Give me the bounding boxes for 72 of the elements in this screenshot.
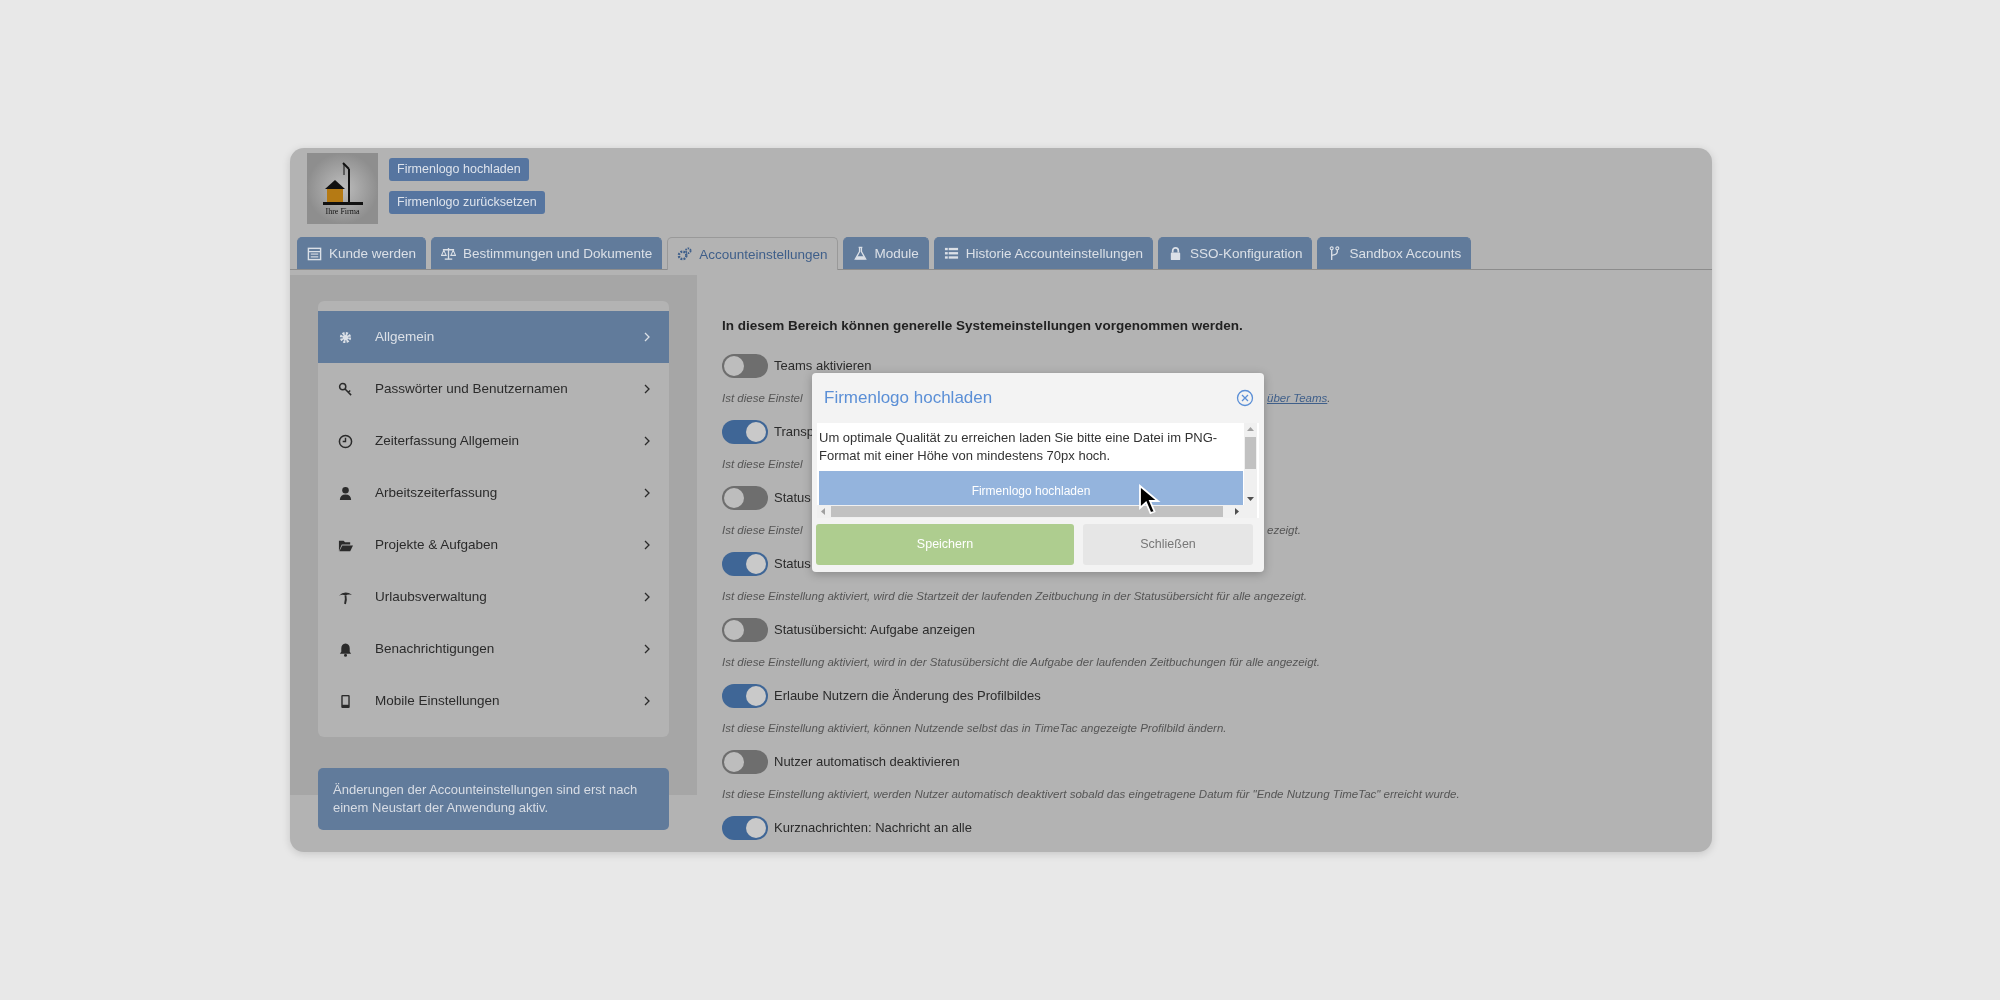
chevron-right-icon [643, 592, 651, 602]
gear-icon [338, 329, 353, 345]
chevron-right-icon [643, 384, 651, 394]
tab[interactable]: Historie Accounteinstellungen [933, 237, 1153, 269]
tab[interactable]: Accounteinstellungen [667, 237, 838, 270]
close-button[interactable]: Schließen [1083, 524, 1253, 565]
dialog-title: Firmenlogo hochladen [824, 387, 993, 410]
setting-description: Ist diese Einstellung aktiviert, wird die Startzeit der laufenden Zeitbuchung in der Statusübersicht für alle angezeigt. [722, 589, 1307, 604]
gears-icon [677, 246, 693, 262]
chevron-right-icon [643, 696, 651, 706]
chevron-right-icon [643, 332, 651, 342]
setting-description: ezeigt. [1267, 523, 1301, 538]
key-icon [338, 381, 353, 397]
bell-icon [338, 641, 353, 657]
user-icon [338, 485, 353, 501]
calendar-icon [307, 246, 322, 261]
scale-icon [441, 246, 457, 261]
logo-background [307, 153, 378, 224]
sidebar-item[interactable]: Benachrichtigungen [318, 623, 669, 675]
toggle-switch[interactable] [722, 486, 768, 510]
sidebar-item[interactable]: Mobile Einstellungen [318, 675, 669, 727]
tab[interactable]: Kunde werden [297, 237, 427, 269]
house-crane-icon [323, 162, 363, 205]
chevron-right-icon [643, 540, 651, 550]
sidebar-item[interactable]: Projekte & Aufgaben [318, 519, 669, 571]
setting-label: Nutzer automatisch deaktivieren [774, 753, 960, 772]
sidebar-item[interactable]: Arbeitszeiterfassung [318, 467, 669, 519]
reset-logo-button[interactable]: Firmenlogo zurücksetzen [389, 191, 545, 214]
toggle-switch[interactable] [722, 684, 768, 708]
chevron-right-icon [643, 644, 651, 654]
list-icon [943, 246, 959, 261]
tab[interactable]: SSO-Konfiguration [1157, 237, 1313, 269]
section-intro: In diesem Bereich können generelle Systemeinstellungen vorgenommen werden. [722, 317, 1244, 335]
toggle-switch[interactable] [722, 816, 768, 840]
setting-description: Ist diese Einstellung aktiviert, wird in der Statusübersicht die Aufgabe der laufenden Zeitbuchungen für alle angezeigt. [722, 655, 1320, 670]
sidebar-item[interactable]: Zeiterfassung Allgemein [318, 415, 669, 467]
upload-button[interactable]: Firmenlogo hochladen [819, 471, 1243, 505]
save-button[interactable]: Speichern [816, 524, 1074, 565]
chevron-right-icon [643, 488, 651, 498]
dialog-message: Um optimale Qualität zu erreichen laden Sie bitte eine Datei im PNG-Format mit einer Höhe von mindestens 70px hoch. [819, 429, 1219, 465]
clock-icon [338, 433, 353, 449]
sidebar-item[interactable]: Urlaubsverwaltung [318, 571, 669, 623]
setting-description: Ist diese Einstel [722, 523, 803, 538]
logo-caption: Ihre Firma [325, 207, 360, 216]
setting-label: Statusübersicht: Aufgabe anzeigen [774, 621, 975, 640]
close-icon[interactable] [1236, 389, 1254, 407]
toggle-switch[interactable] [722, 750, 768, 774]
setting-label: Status [774, 555, 811, 574]
chevron-right-icon [643, 436, 651, 446]
flask-icon [852, 246, 868, 261]
toggle-switch[interactable] [722, 354, 768, 378]
toggle-switch[interactable] [722, 552, 768, 576]
setting-label: Erlaube Nutzern die Änderung des Profilbildes [774, 687, 1041, 706]
sidebar-item[interactable]: Allgemein [318, 311, 669, 363]
setting-description: Ist diese Einstellung aktiviert, werden Nutzer automatisch deaktivert sobald das eingetragene Datum für "Ende Nutzung TimeTac" erreicht wurde. [722, 787, 1460, 802]
tab[interactable]: Bestimmungen und Dokumente [431, 237, 663, 269]
sidebar-item[interactable]: Passwörter und Benutzernamen [318, 363, 669, 415]
tab[interactable]: Sandbox Accounts [1317, 237, 1472, 269]
upload-logo-button[interactable]: Firmenlogo hochladen [389, 158, 529, 181]
toggle-switch[interactable] [722, 618, 768, 642]
setting-label: Kurznachrichten: Nachricht an alle [774, 819, 972, 838]
setting-label: Transp [774, 423, 814, 442]
setting-description: Ist diese Einstellung aktiviert, können Nutzende selbst das in TimeTac angezeigte Profilbild ändern. [722, 721, 1227, 736]
mobile-phone-icon [338, 693, 353, 709]
setting-description: Ist diese Einstel [722, 457, 803, 472]
info-notice: Änderungen der Accounteinstellungen sind erst nach einem Neustart der Anwendung aktiv. [318, 768, 669, 830]
setting-label: Status [774, 489, 811, 508]
tab[interactable]: Module [842, 237, 929, 269]
setting-description: über Teams. [1267, 391, 1331, 406]
setting-label: Teams aktivieren [774, 357, 872, 376]
toggle-switch[interactable] [722, 420, 768, 444]
setting-description: Ist diese Einstel [722, 391, 803, 406]
